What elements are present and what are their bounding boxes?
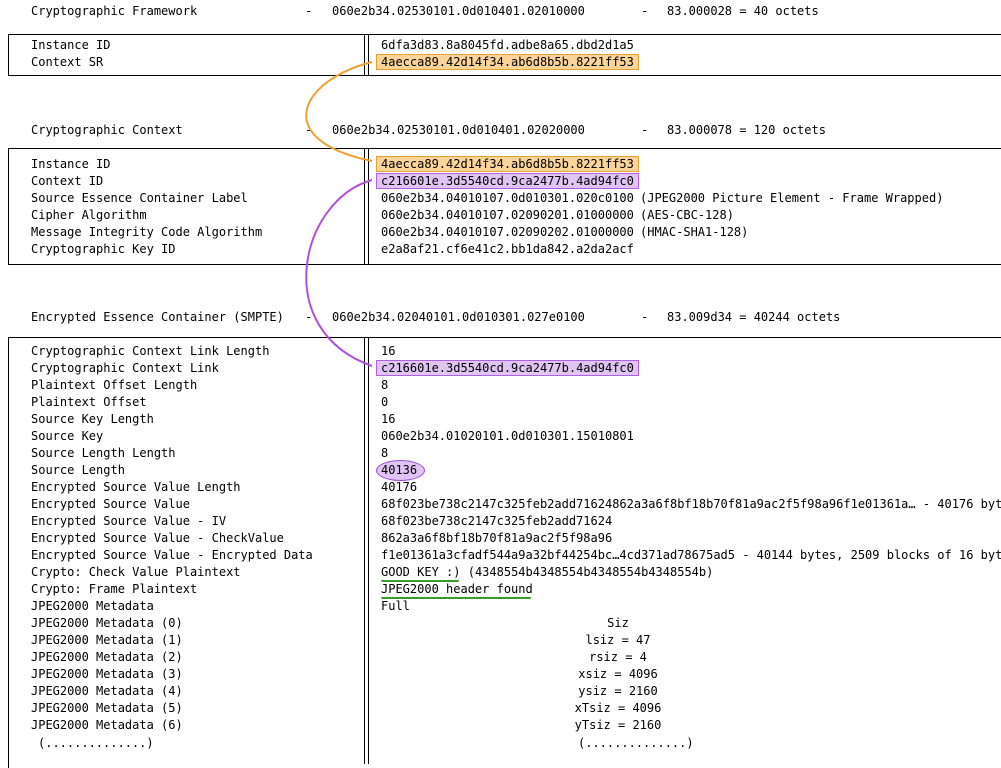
essence-row-label: Source Length Length <box>31 446 176 460</box>
good-key-text: GOOD KEY :) <box>381 565 461 579</box>
context-dash: - <box>305 123 313 137</box>
framework-title: Cryptographic Framework <box>31 4 198 18</box>
essence-row-label: Plaintext Offset <box>31 395 147 409</box>
context-row-label: Cipher Algorithm <box>31 208 147 222</box>
context-size: 83.000078 = 120 octets <box>667 123 826 137</box>
framework-dash2: - <box>641 4 649 18</box>
context-id-value: c216601e.3d5540cd.9ca2477b.4ad94fc0 <box>376 173 639 189</box>
essence-more-label: (..............) <box>38 736 154 750</box>
orange-connector <box>305 61 373 162</box>
purple-highlight: c216601e.3d5540cd.9ca2477b.4ad94fc0 <box>376 360 639 376</box>
essence-row-value: 16 <box>381 344 396 358</box>
jpeg2000-metadata-value: xsiz = 4096 <box>578 667 658 681</box>
essence-row-label: JPEG2000 Metadata (3) <box>31 667 183 681</box>
framework-dash: - <box>305 4 313 18</box>
framework-row-value: 6dfa3d83.8a8045fd.adbe8a65.dbd2d1a5 <box>381 38 634 52</box>
essence-row-value: 8 <box>381 378 389 392</box>
source-length-value: 40136 <box>376 460 425 481</box>
essence-size: 83.009d34 = 40244 octets <box>667 310 841 324</box>
essence-separator <box>364 338 369 764</box>
context-ul: 060e2b34.02530101.0d010401.02020000 <box>332 123 585 137</box>
essence-row-label: Source Key Length <box>31 412 154 426</box>
essence-row-label: JPEG2000 Metadata (5) <box>31 701 183 715</box>
essence-row-label: Source Key <box>31 429 104 443</box>
essence-row-value: 862a3a6f8bf18b70f81a9ac2f5f98a96 <box>381 531 613 545</box>
frame-plaintext-value: JPEG2000 header found <box>381 582 533 599</box>
essence-row-label: Source Length <box>31 463 125 477</box>
source-length-text: 40136 <box>381 463 418 477</box>
essence-more-value: (..............) <box>578 736 694 750</box>
essence-row-label: JPEG2000 Metadata <box>31 599 154 613</box>
essence-row-value: 68f023be738c2147c325feb2add71624 <box>381 514 613 528</box>
context-row-value: e2a8af21.cf6e41c2.bb1da842.a2da2acf <box>381 242 634 256</box>
jpeg2000-metadata-value: yTsiz = 2160 <box>574 718 662 732</box>
essence-row-label: Encrypted Source Value - CheckValue <box>31 531 284 545</box>
essence-row-label: Cryptographic Context Link <box>31 361 219 375</box>
essence-row-value: 68f023be738c2147c325feb2add71624862a3a6f… <box>381 497 1001 511</box>
context-separator <box>364 149 369 264</box>
jpeg2000-metadata-value: ysiz = 2160 <box>578 684 658 698</box>
essence-row-label: Plaintext Offset Length <box>31 378 198 392</box>
framework-separator <box>364 35 369 75</box>
context-link-value: c216601e.3d5540cd.9ca2477b.4ad94fc0 <box>376 360 639 376</box>
check-value-plaintext: GOOD KEY :) (4348554b4348554b4348554b434… <box>381 565 714 582</box>
context-row-value: 060e2b34.04010107.0d010301.020c0100 <box>381 191 634 205</box>
context-row-note: (JPEG2000 Picture Element - Frame Wrappe… <box>640 191 944 205</box>
essence-row-label: JPEG2000 Metadata (0) <box>31 616 183 630</box>
essence-row-label: Encrypted Source Value Length <box>31 480 241 494</box>
jpeg2000-metadata-value: xTsiz = 4096 <box>574 701 662 715</box>
context-title: Cryptographic Context <box>31 123 183 137</box>
jpeg2000-metadata-value: Siz <box>607 616 629 630</box>
framework-row-label: Instance ID <box>31 38 111 52</box>
essence-row-value: 40176 <box>381 480 418 494</box>
context-row-label: Context ID <box>31 174 104 188</box>
context-row-value: 060e2b34.04010107.02090201.01000000 <box>381 208 634 222</box>
essence-row-label: Cryptographic Context Link Length <box>31 344 270 358</box>
essence-row-label: JPEG2000 Metadata (6) <box>31 718 183 732</box>
essence-row-label: JPEG2000 Metadata (4) <box>31 684 183 698</box>
essence-row-value: 0 <box>381 395 389 409</box>
essence-row-value: 16 <box>381 412 396 426</box>
orange-highlight: 4aecca89.42d14f34.ab6d8b5b.8221ff53 <box>376 156 639 172</box>
essence-row-label: Crypto: Frame Plaintext <box>31 582 198 596</box>
check-value-hex: (4348554b4348554b4348554b4348554b) <box>467 565 714 579</box>
context-dash2: - <box>641 123 649 137</box>
framework-context-sr-value: 4aecca89.42d14f34.ab6d8b5b.8221ff53 <box>376 54 639 70</box>
framework-header: Cryptographic Framework <box>31 4 197 19</box>
essence-row-label: JPEG2000 Metadata (2) <box>31 650 183 664</box>
essence-dash: - <box>305 310 313 324</box>
essence-row-value: 8 <box>381 446 389 460</box>
purple-highlight: c216601e.3d5540cd.9ca2477b.4ad94fc0 <box>376 173 639 189</box>
context-row-label: Cryptographic Key ID <box>31 242 176 256</box>
context-row-value: 060e2b34.04010107.02090202.01000000 <box>381 225 634 239</box>
framework-row-label: Context SR <box>31 55 104 69</box>
context-row-label: Source Essence Container Label <box>31 191 248 205</box>
context-row-note: (HMAC-SHA1-128) <box>640 225 749 239</box>
context-row-label: Instance ID <box>31 157 111 171</box>
essence-row-value: f1e01361a3cfadf544a9a32bf44254bc…4cd371a… <box>381 548 1001 562</box>
framework-size: 83.000028 = 40 octets <box>667 4 819 18</box>
context-row-label: Message Integrity Code Algorithm <box>31 225 263 239</box>
essence-ul: 060e2b34.02040101.0d010301.027e0100 <box>332 310 585 324</box>
jpeg2000-metadata-value: lsiz = 47 <box>585 633 651 647</box>
essence-row-label: Encrypted Source Value <box>31 497 190 511</box>
essence-title: Encrypted Essence Container (SMPTE) <box>31 310 284 324</box>
jpeg2000-metadata-value: rsiz = 4 <box>589 650 647 664</box>
framework-ul: 060e2b34.02530101.0d010401.02010000 <box>332 4 585 18</box>
essence-row-value: 060e2b34.01020101.0d010301.15010801 <box>381 429 634 443</box>
essence-dash2: - <box>641 310 649 324</box>
essence-row-label: JPEG2000 Metadata (1) <box>31 633 183 647</box>
orange-highlight: 4aecca89.42d14f34.ab6d8b5b.8221ff53 <box>376 54 639 70</box>
jpeg2000-found-text: JPEG2000 header found <box>381 582 533 596</box>
essence-row-label: Encrypted Source Value - IV <box>31 514 227 528</box>
essence-row-label: Encrypted Source Value - Encrypted Data <box>31 548 313 562</box>
essence-row-value: Full <box>381 599 410 613</box>
context-row-note: (AES-CBC-128) <box>640 208 734 222</box>
essence-row-label: Crypto: Check Value Plaintext <box>31 565 241 579</box>
context-instance-id-value: 4aecca89.42d14f34.ab6d8b5b.8221ff53 <box>376 156 639 172</box>
